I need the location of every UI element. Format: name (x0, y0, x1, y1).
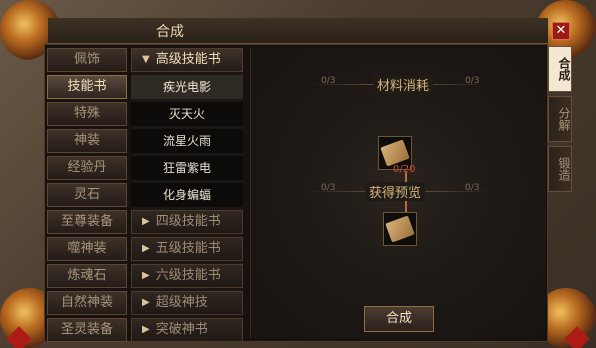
corner-count: 0/3 (321, 183, 336, 193)
recipe-group-expanded[interactable]: ▼ 高级技能书 (131, 48, 243, 72)
recipe-item[interactable]: 狂雷紫电 (131, 156, 243, 180)
category-item-10[interactable]: 圣灵装备 (47, 318, 127, 342)
recipe-group-collapsed[interactable]: ▶ 六级技能书 (131, 264, 243, 288)
chevron-right-icon: ▶ (142, 216, 150, 227)
recipe-group-collapsed[interactable]: ▶ 超级神技 (131, 291, 243, 315)
corner-count: 0/3 (321, 76, 336, 86)
result-slot[interactable] (383, 212, 417, 246)
close-button[interactable]: ✕ (552, 22, 570, 40)
category-item-3[interactable]: 神装 (47, 129, 127, 153)
category-item-8[interactable]: 炼魂石 (47, 264, 127, 288)
recipe-item[interactable]: 流星火雨 (131, 129, 243, 153)
recipe-group-collapsed[interactable]: ▶ 突破神书 (131, 318, 243, 342)
title-bar: 合成 (48, 18, 548, 44)
category-item-7[interactable]: 噬神装 (47, 237, 127, 261)
corner-count: 0/3 (465, 183, 480, 193)
craft-button[interactable]: 合成 (364, 306, 434, 332)
recipe-group-collapsed[interactable]: ▶ 五级技能书 (131, 237, 243, 261)
tab-decompose[interactable]: 分解 (548, 96, 572, 142)
category-item-6[interactable]: 至尊装备 (47, 210, 127, 234)
chevron-right-icon: ▶ (142, 297, 150, 308)
window-title: 合成 (156, 24, 184, 40)
materials-label: 材料消耗 (373, 75, 434, 94)
chevron-right-icon: ▶ (142, 270, 150, 281)
recipe-group-label: 五级技能书 (155, 241, 221, 256)
craft-area: 材料消耗 0/3 0/3 0/20 获得预览 0/3 0/3 (250, 48, 546, 338)
recipe-item[interactable]: 疾光电影 (131, 75, 243, 99)
category-item-4[interactable]: 经验丹 (47, 156, 127, 180)
recipe-group-collapsed[interactable]: ▶ 四级技能书 (131, 210, 243, 234)
recipe-group-label: 高级技能书 (155, 52, 221, 67)
recipe-list: ▼ 高级技能书 疾光电影 灭天火 流星火雨 狂雷紫电 化身蝙蝠 ▶ 四级技能书 … (131, 48, 243, 342)
chevron-down-icon: ▼ (142, 54, 150, 65)
skill-book-icon (385, 215, 415, 243)
recipe-group-label: 六级技能书 (155, 268, 221, 283)
tab-forge[interactable]: 锻造 (548, 146, 572, 192)
recipe-item[interactable]: 灭天火 (131, 102, 243, 126)
category-item-2[interactable]: 特殊 (47, 102, 127, 126)
recipe-group-label: 突破神书 (155, 322, 208, 337)
category-item-5[interactable]: 灵石 (47, 183, 127, 207)
category-item-0[interactable]: 佩饰 (47, 48, 127, 72)
recipe-group-label: 四级技能书 (155, 214, 221, 229)
corner-count: 0/3 (465, 76, 480, 86)
category-list: 佩饰 技能书 特殊 神装 经验丹 灵石 至尊装备 噬神装 炼魂石 自然神装 圣灵… (47, 48, 127, 345)
chevron-right-icon: ▶ (142, 324, 150, 335)
skill-book-icon (380, 139, 410, 167)
tab-craft[interactable]: 合成 (548, 46, 572, 92)
chevron-right-icon: ▶ (142, 243, 150, 254)
category-item-1[interactable]: 技能书 (47, 75, 127, 99)
result-label: 获得预览 (365, 182, 426, 201)
side-tabs: 合成 分解 锻造 (548, 46, 572, 196)
category-item-9[interactable]: 自然神装 (47, 291, 127, 315)
recipe-group-label: 超级神技 (155, 295, 208, 310)
recipe-item[interactable]: 化身蝙蝠 (131, 183, 243, 207)
